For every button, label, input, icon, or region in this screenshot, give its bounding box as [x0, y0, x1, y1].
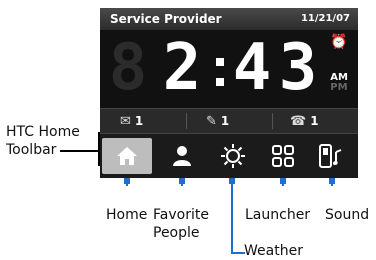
am-pm-indicator: AM PM [330, 73, 348, 93]
tab-home[interactable] [102, 138, 152, 174]
htc-home-toolbar [100, 134, 358, 178]
status-divider [272, 113, 273, 129]
home-icon [117, 147, 137, 165]
minute-ones-digit: 3 [278, 31, 318, 105]
launcher-pointer-marker [280, 178, 286, 184]
missed-call-count: 1 [310, 114, 319, 128]
message-status[interactable]: ✎ 1 [206, 113, 229, 129]
callout-favorite-line1: Favorite [153, 207, 209, 223]
email-icon: ✉ [120, 113, 131, 129]
home-pointer-marker [124, 178, 130, 184]
callout-favorite-line2: People [153, 225, 200, 241]
sound-pointer-marker [329, 178, 335, 184]
callout-sound: Sound [325, 207, 370, 223]
minute-tens-digit: 4 [232, 31, 272, 105]
email-count: 1 [134, 114, 144, 128]
callout-favorite-people: Favorite People [153, 206, 209, 242]
callout-toolbar-label: HTC Home Toolbar [6, 123, 80, 159]
message-icon: ✎ [206, 113, 217, 129]
sun-icon [221, 144, 245, 168]
notification-bar: ✉ 1 ✎ 1 ☎ 1 [100, 108, 358, 134]
tab-weather[interactable] [208, 138, 258, 174]
pm-label: PM [330, 82, 348, 93]
weather-pointer-marker [229, 178, 235, 184]
missed-call-icon: ☎ [290, 113, 307, 129]
launcher-icon [272, 145, 294, 167]
status-divider [186, 113, 187, 129]
alarm-clock-icon[interactable]: ⏰ [330, 34, 347, 50]
favorite-pointer-marker [179, 178, 185, 184]
callout-weather: Weather [244, 243, 303, 259]
hour-digit: 2 [162, 31, 202, 105]
time-colon [216, 58, 224, 88]
tab-favorite-people[interactable] [157, 138, 207, 174]
callout-toolbar-line1: HTC Home [6, 124, 80, 140]
tab-launcher[interactable] [258, 138, 308, 174]
email-status[interactable]: ✉ 1 [120, 113, 143, 129]
clock-display[interactable]: 8 2 4 3 ⏰ AM PM [100, 30, 358, 108]
header-bar: Service Provider 11/21/07 [100, 8, 358, 30]
missed-call-status[interactable]: ☎ 1 [290, 113, 319, 129]
tab-sound[interactable] [306, 138, 356, 174]
htc-home-widget: Service Provider 11/21/07 8 2 4 3 ⏰ AM P… [100, 8, 358, 178]
weather-pointer-line [231, 178, 233, 254]
phone-sound-icon [319, 144, 342, 168]
weather-pointer-tail [231, 252, 245, 254]
date-label: 11/21/07 [300, 13, 350, 24]
callout-launcher: Launcher [245, 207, 311, 223]
callout-home: Home [106, 207, 148, 223]
ghost-digit: 8 [108, 31, 148, 105]
service-provider: Service Provider [110, 12, 222, 26]
person-icon [173, 146, 191, 166]
message-count: 1 [220, 114, 230, 128]
callout-pointer-line [60, 150, 100, 152]
